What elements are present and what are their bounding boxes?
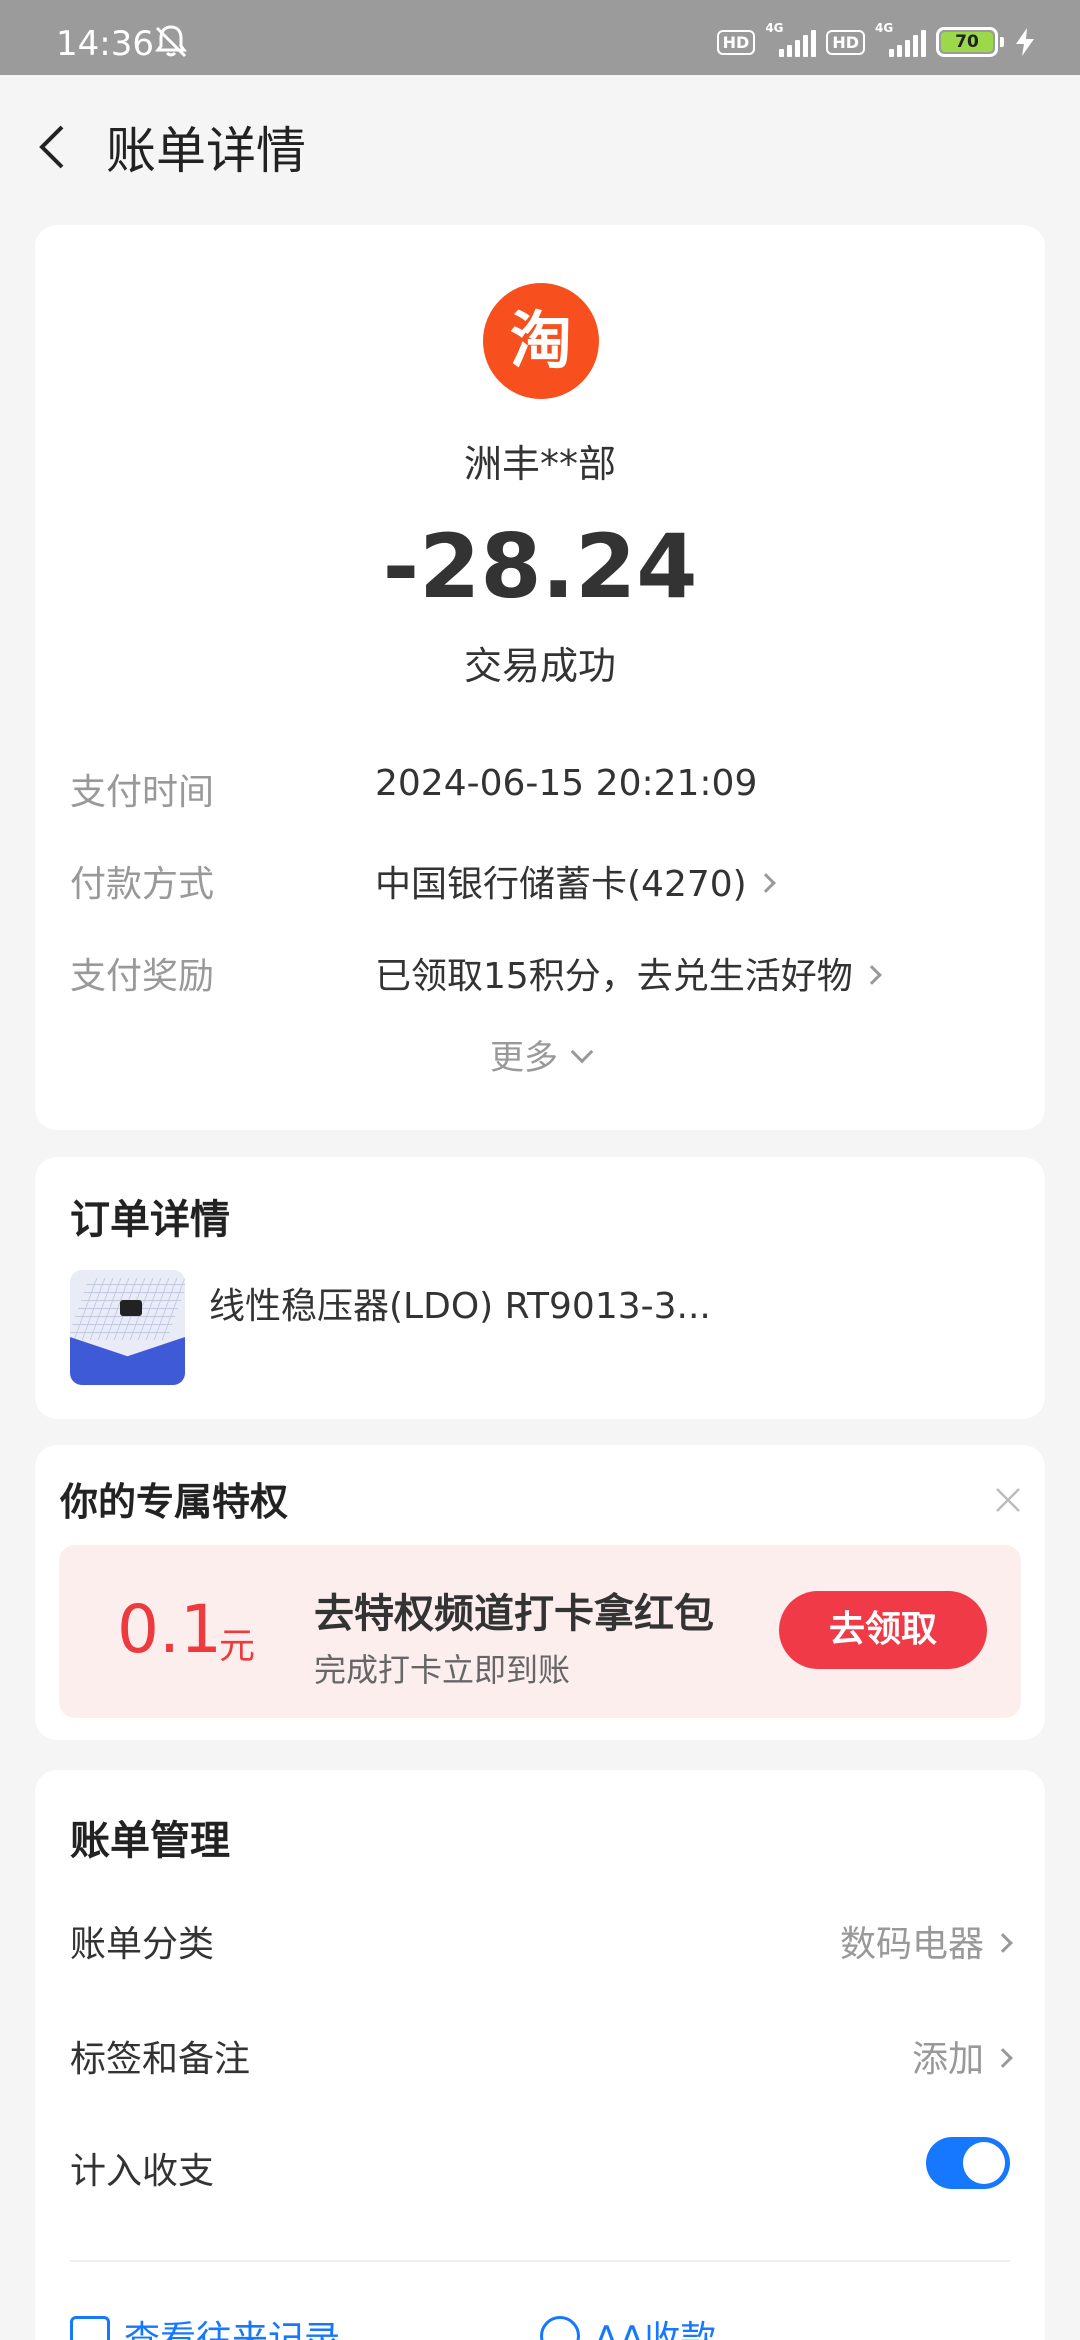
- bell-muted-icon: [155, 25, 187, 58]
- row-value: 2024-06-15 20:21:09: [375, 763, 758, 804]
- claim-button[interactable]: 去领取: [779, 1591, 987, 1669]
- section-title: 订单详情: [70, 1197, 230, 1243]
- bill-category-row[interactable]: 账单分类 数码电器: [70, 1915, 1013, 1975]
- page-title: 账单详情: [106, 122, 306, 180]
- include-in-balance-row: 计入收支: [70, 2137, 1010, 2202]
- bill-manage-card: 账单管理 账单分类 数码电器 标签和备注 添加 计入收支 查看往来记录 AA收款: [35, 1770, 1045, 2340]
- row-label: 标签和备注: [70, 2039, 251, 2080]
- aa-collect-link[interactable]: AA收款: [540, 2310, 716, 2340]
- promo-subtitle: 完成打卡立即到账: [314, 1651, 571, 1689]
- payment-method-row[interactable]: 付款方式 中国银行储蓄卡(4270): [70, 855, 1010, 915]
- transaction-summary-card: 淘 洲丰**部 -28.24 交易成功 支付时间 2024-06-15 20:2…: [35, 225, 1045, 1130]
- list-icon: [70, 2316, 110, 2340]
- amount: -28.24: [382, 515, 698, 618]
- row-value: 数码电器: [839, 1924, 984, 1965]
- signal-icon-2: 4G: [875, 21, 926, 57]
- chevron-right-icon: [861, 965, 882, 985]
- chevron-right-icon: [993, 2048, 1013, 2068]
- section-title: 账单管理: [70, 1818, 230, 1864]
- section-title: 你的专属特权: [60, 1480, 289, 1524]
- aa-icon: [540, 2316, 580, 2340]
- pay-reward-row[interactable]: 支付奖励 已领取15积分，去兑生活好物: [70, 947, 1010, 1007]
- row-label: 计入收支: [70, 2151, 215, 2192]
- promo-amount: 0.1: [117, 1591, 222, 1668]
- signal-icon: 4G: [765, 21, 817, 57]
- pay-time-row: 支付时间 2024-06-15 20:21:09: [70, 763, 1010, 823]
- row-label: 付款方式: [70, 864, 215, 905]
- order-detail-card[interactable]: 订单详情 线性稳压器(LDO) RT9013-3...: [35, 1157, 1045, 1419]
- row-value: 中国银行储蓄卡(4270): [375, 864, 747, 905]
- transaction-status: 交易成功: [463, 644, 616, 688]
- hd-badge-2: HD: [826, 29, 865, 55]
- product-thumbnail: [70, 1270, 185, 1385]
- promo-banner[interactable]: 0.1 元 去特权频道打卡拿红包 完成打卡立即到账 去领取: [59, 1545, 1021, 1718]
- chevron-right-icon: [993, 1933, 1013, 1953]
- row-label: 支付时间: [70, 772, 215, 813]
- merchant-name: 洲丰**部: [463, 442, 616, 486]
- divider: [70, 2260, 1010, 2262]
- product-name: 线性稳压器(LDO) RT9013-3...: [209, 1286, 711, 1327]
- taobao-logo: 淘: [483, 283, 599, 399]
- status-bar: 14:36 HD 4G HD 4G 70: [0, 0, 1080, 75]
- row-value: 添加: [911, 2039, 984, 2080]
- chevron-down-icon: [570, 1040, 594, 1063]
- back-arrow-icon[interactable]: [28, 115, 78, 179]
- include-toggle[interactable]: [926, 2137, 1010, 2189]
- clock: 14:36: [56, 24, 154, 64]
- hd-badge: HD: [716, 29, 756, 55]
- chevron-right-icon: [755, 873, 776, 893]
- privilege-card: 你的专属特权 0.1 元 去特权频道打卡拿红包 完成打卡立即到账 去领取: [35, 1445, 1045, 1740]
- tag-note-row[interactable]: 标签和备注 添加: [70, 2030, 1013, 2090]
- nav-bar: 账单详情: [0, 75, 1080, 210]
- close-icon[interactable]: [991, 1483, 1025, 1517]
- row-label: 支付奖励: [70, 956, 215, 997]
- battery-icon: 70: [936, 27, 1004, 57]
- more-button[interactable]: 更多: [35, 1030, 1045, 1079]
- view-records-link[interactable]: 查看往来记录: [70, 2310, 340, 2340]
- row-value: 已领取15积分，去兑生活好物: [375, 956, 853, 997]
- promo-headline: 去特权频道打卡拿红包: [314, 1591, 714, 1637]
- row-label: 账单分类: [70, 1924, 215, 1965]
- charging-icon: [1016, 28, 1034, 56]
- promo-unit: 元: [219, 1626, 256, 1667]
